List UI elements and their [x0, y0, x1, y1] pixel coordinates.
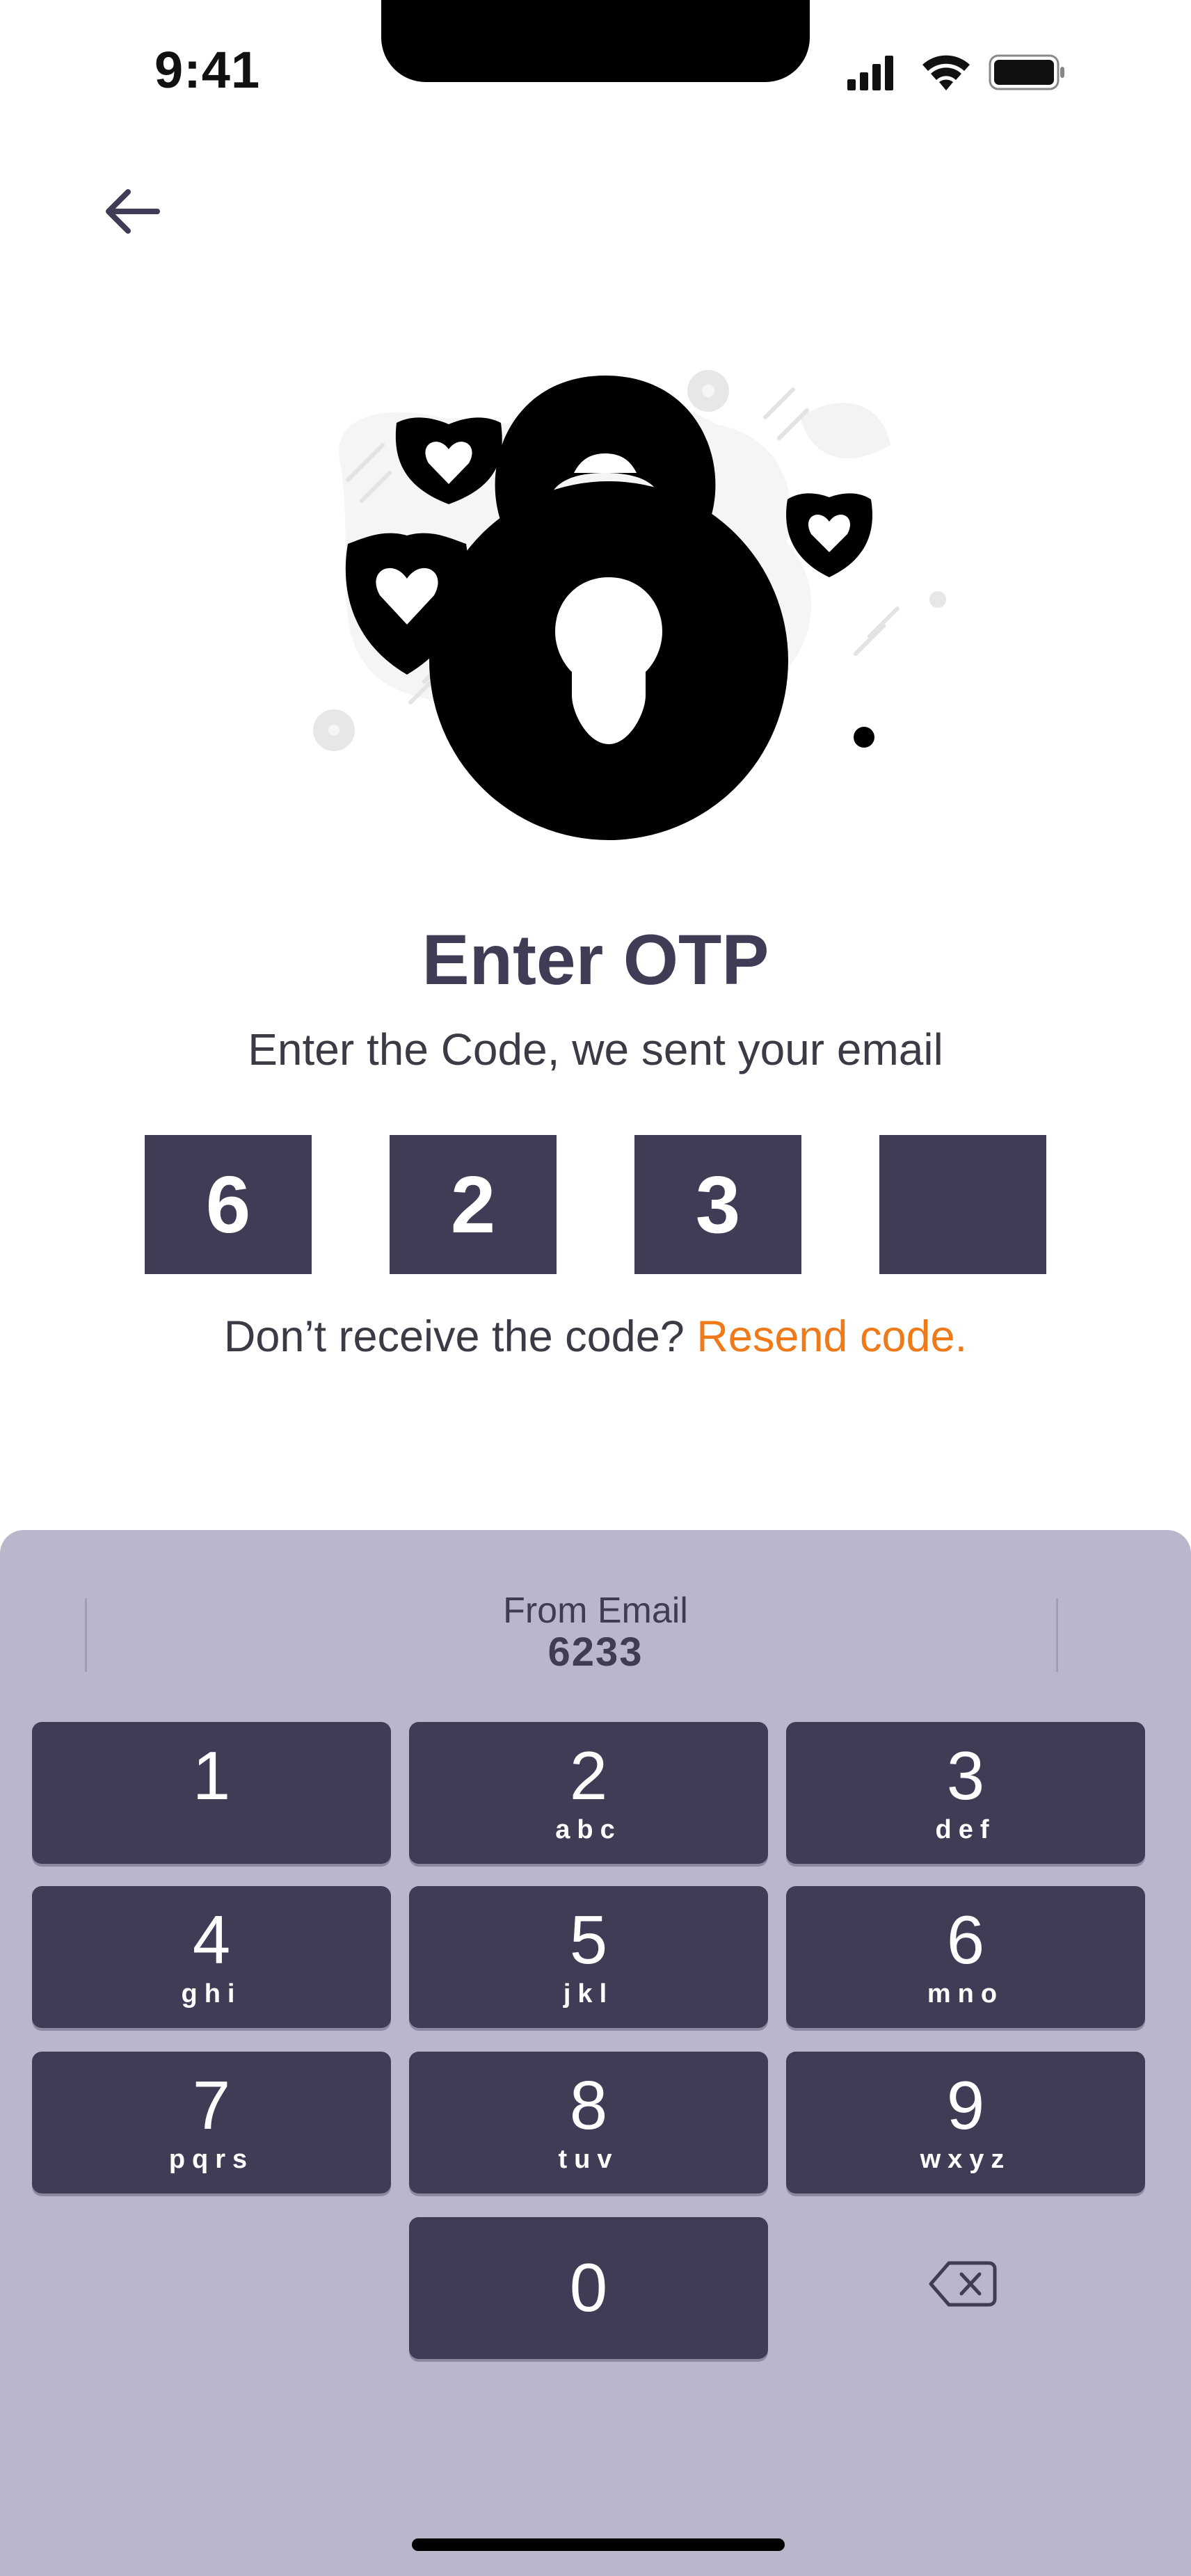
status-time: 9:41	[154, 41, 261, 99]
key-number: 5	[569, 1901, 608, 1978]
key-letters: mno	[927, 1979, 1005, 2009]
key-number: 3	[946, 1737, 985, 1814]
page-subtitle: Enter the Code, we sent your email	[248, 1024, 943, 1074]
resend-code-link[interactable]: Resend code.	[696, 1312, 967, 1361]
key-0[interactable]: 0	[409, 2217, 768, 2359]
resend-prompt: Don’t receive the code?	[223, 1312, 685, 1361]
device-notch	[381, 0, 810, 82]
key-letters: def	[935, 1815, 996, 1844]
key-4[interactable]: 4 ghi	[32, 1886, 391, 2028]
key-number: 9	[946, 2067, 985, 2143]
lock-illustration	[313, 370, 946, 840]
key-5[interactable]: 5 jkl	[409, 1886, 768, 2028]
signal-icon	[847, 56, 893, 90]
key-letters: wxyz	[920, 2145, 1012, 2174]
otp-digit-3[interactable]: 3	[634, 1135, 801, 1274]
key-number: 1	[192, 1737, 231, 1814]
battery-icon	[989, 54, 1064, 90]
otp-digit-1[interactable]: 6	[145, 1135, 312, 1274]
key-8[interactable]: 8 tuv	[409, 2052, 768, 2193]
key-letters: pqrs	[168, 2145, 255, 2174]
key-letters: abc	[555, 1815, 622, 1844]
key-2[interactable]: 2 abc	[409, 1722, 768, 1864]
otp-digit-2[interactable]: 2	[390, 1135, 557, 1274]
wifi-icon	[922, 55, 970, 90]
key-letters: ghi	[181, 1979, 242, 2009]
key-3[interactable]: 3 def	[786, 1722, 1145, 1864]
autofill-suggestion-label[interactable]: From Email	[0, 1590, 1191, 1632]
key-6[interactable]: 6 mno	[786, 1886, 1145, 2028]
page-title: Enter OTP	[422, 920, 769, 999]
otp-digit-4[interactable]	[879, 1135, 1046, 1274]
arrow-left-icon[interactable]	[97, 184, 167, 239]
key-7[interactable]: 7 pqrs	[32, 2052, 391, 2193]
backspace-icon[interactable]	[928, 2256, 998, 2312]
key-letters: tuv	[558, 2145, 619, 2174]
key-number: 0	[569, 2249, 608, 2326]
resend-row: Don’t receive the code? Resend code.	[0, 1312, 1191, 1362]
key-letters: jkl	[563, 1979, 614, 2009]
key-number: 6	[946, 1901, 985, 1978]
key-1[interactable]: 1	[32, 1722, 391, 1864]
key-number: 2	[569, 1737, 608, 1814]
key-number: 4	[192, 1901, 231, 1978]
autofill-suggestion-code[interactable]: 6233	[0, 1629, 1191, 1675]
home-indicator	[412, 2538, 785, 2551]
key-number: 8	[569, 2067, 608, 2143]
key-9[interactable]: 9 wxyz	[786, 2052, 1145, 2193]
key-number: 7	[192, 2067, 231, 2143]
status-icons	[847, 54, 1064, 90]
